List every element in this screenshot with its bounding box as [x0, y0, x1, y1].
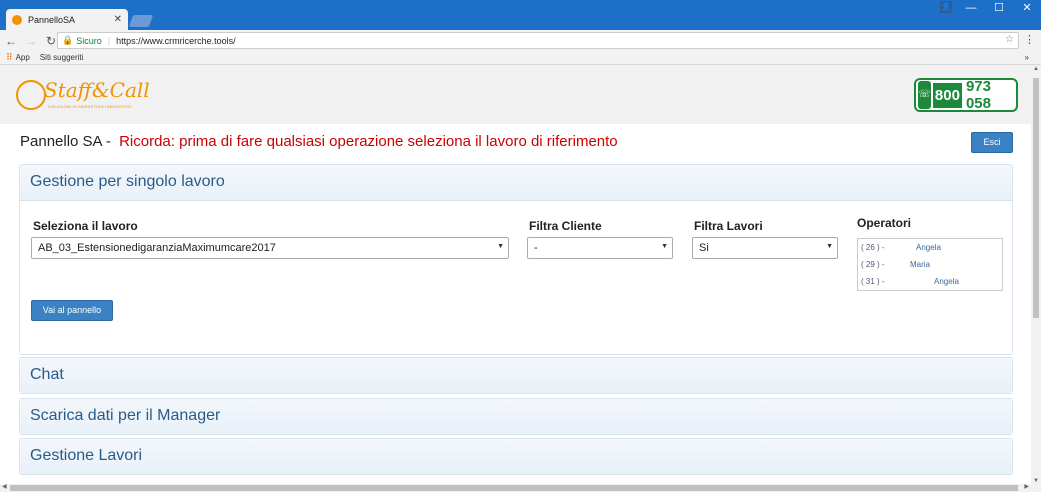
browser-titlebar: PannelloSA ✕ 👤 — ☐ ✕: [0, 0, 1041, 30]
page-title: Pannello SA - Ricorda: prima di fare qua…: [20, 133, 618, 150]
logo-tagline: SOLUZIONI DI MARKETING INNOVATIVO: [48, 104, 132, 109]
exit-button[interactable]: Esci: [971, 132, 1013, 153]
page-title-main: Pannello SA -: [20, 133, 111, 150]
back-icon[interactable]: ←: [2, 34, 20, 48]
close-window-icon[interactable]: ✕: [1013, 0, 1041, 16]
bookmark-apps[interactable]: App: [16, 53, 30, 62]
forward-icon[interactable]: →: [22, 34, 40, 48]
operator-number: ( 26 ) -: [861, 243, 885, 252]
window-controls: — ☐ ✕: [957, 0, 1041, 16]
horizontal-scroll-thumb[interactable]: [10, 485, 1018, 491]
bookmark-star-icon[interactable]: ☆: [1005, 34, 1014, 45]
page-warning: Ricorda: prima di fare qualsiasi operazi…: [119, 133, 618, 150]
maximize-icon[interactable]: ☐: [985, 0, 1013, 16]
tab-title: PannelloSA: [28, 14, 76, 25]
panel-manager-data[interactable]: Scarica dati per il Manager: [19, 398, 1013, 435]
favicon-icon: [12, 14, 22, 25]
panel-chat-heading[interactable]: Chat: [20, 358, 1012, 393]
phone-icon: ☏: [918, 81, 931, 109]
filter-client-dropdown[interactable]: - ▼: [527, 237, 673, 259]
panel-single-job: Gestione per singolo lavoro Seleziona il…: [19, 164, 1013, 355]
operator-item[interactable]: ( 26 ) - Angela: [858, 239, 1002, 256]
panel-jobs[interactable]: Gestione Lavori: [19, 438, 1013, 475]
browser-tab[interactable]: PannelloSA ✕: [6, 9, 128, 30]
site-logo[interactable]: Staff&Call SOLUZIONI DI MARKETING INNOVA…: [16, 78, 150, 114]
go-to-panel-button[interactable]: Vai al pannello: [31, 300, 113, 321]
scroll-down-icon[interactable]: ▼: [1031, 478, 1041, 484]
apps-icon[interactable]: ⠿: [6, 52, 13, 63]
horizontal-scrollbar[interactable]: ◀ ▶: [0, 484, 1031, 492]
operators-label: Operatori: [857, 216, 912, 230]
vertical-scroll-thumb[interactable]: [1033, 78, 1039, 318]
close-tab-icon[interactable]: ✕: [114, 14, 122, 25]
operator-name: Angela: [916, 243, 941, 252]
chevron-down-icon: ▼: [497, 243, 504, 250]
chevron-down-icon: ▼: [826, 243, 833, 250]
bookmarks-more-icon[interactable]: »: [1025, 53, 1029, 62]
lock-icon: 🔒: [62, 35, 74, 45]
phone-prefix: 800: [932, 82, 962, 108]
operators-list[interactable]: ( 26 ) - Angela ( 29 ) - Maria ( 31 ) - …: [857, 238, 1003, 291]
site-header: Staff&Call SOLUZIONI DI MARKETING INNOVA…: [0, 66, 1031, 124]
new-tab-button[interactable]: [128, 15, 154, 27]
main-content: Pannello SA - Ricorda: prima di fare qua…: [0, 124, 1031, 484]
panel-single-job-heading[interactable]: Gestione per singolo lavoro: [20, 165, 1012, 201]
operator-name: Angela: [934, 277, 959, 286]
bookmarks-bar: ⠿ App Siti suggeriti »: [0, 51, 1041, 65]
panel-chat[interactable]: Chat: [19, 357, 1013, 394]
user-profile-icon[interactable]: 👤: [940, 1, 952, 13]
operator-item[interactable]: ( 31 ) - Angela: [858, 273, 1002, 290]
operator-name: Maria: [910, 260, 931, 269]
scroll-left-icon[interactable]: ◀: [2, 483, 7, 490]
chevron-down-icon: ▼: [661, 243, 668, 250]
logo-headset-icon: [16, 80, 46, 110]
operator-item[interactable]: ( 29 ) - Maria: [858, 256, 1002, 273]
filter-jobs-label: Filtra Lavori: [694, 219, 763, 233]
url-text: https://www.crmricerche.tools/: [116, 35, 236, 46]
scroll-up-icon[interactable]: ▲: [1031, 66, 1041, 72]
address-bar[interactable]: 🔒 Sicuro | https://www.crmricerche.tools…: [57, 32, 1019, 49]
minimize-icon[interactable]: —: [957, 0, 985, 16]
filter-jobs-dropdown[interactable]: Si ▼: [692, 237, 838, 259]
filter-client-label: Filtra Cliente: [529, 219, 602, 233]
secure-label: Sicuro: [76, 35, 102, 46]
logo-brand-text: Staff&Call: [44, 78, 150, 102]
browser-toolbar: ← → ↻ 🔒 Sicuro | https://www.crmricerche…: [0, 30, 1041, 51]
panel-jobs-heading[interactable]: Gestione Lavori: [20, 439, 1012, 474]
panel-manager-heading[interactable]: Scarica dati per il Manager: [20, 399, 1012, 434]
filter-jobs-value: Si: [699, 242, 709, 254]
select-job-value: AB_03_EstensionedigaranziaMaximumcare201…: [38, 242, 276, 254]
filter-client-value: -: [534, 242, 538, 254]
operator-number: ( 31 ) -: [861, 277, 885, 286]
address-separator: |: [107, 35, 111, 46]
operator-number: ( 29 ) -: [861, 260, 885, 269]
page: Staff&Call SOLUZIONI DI MARKETING INNOVA…: [0, 66, 1031, 484]
scroll-right-icon[interactable]: ▶: [1024, 483, 1029, 490]
bookmark-suggested-sites[interactable]: Siti suggeriti: [40, 53, 84, 62]
vertical-scrollbar[interactable]: ▲ ▼: [1031, 66, 1041, 484]
select-job-dropdown[interactable]: AB_03_EstensionedigaranziaMaximumcare201…: [31, 237, 509, 259]
browser-menu-icon[interactable]: ⋮: [1024, 33, 1035, 46]
select-job-label: Seleziona il lavoro: [33, 219, 138, 233]
phone-number: 973 058: [965, 78, 991, 112]
phone-number-badge: ☏ 800 973 058: [914, 78, 1018, 112]
